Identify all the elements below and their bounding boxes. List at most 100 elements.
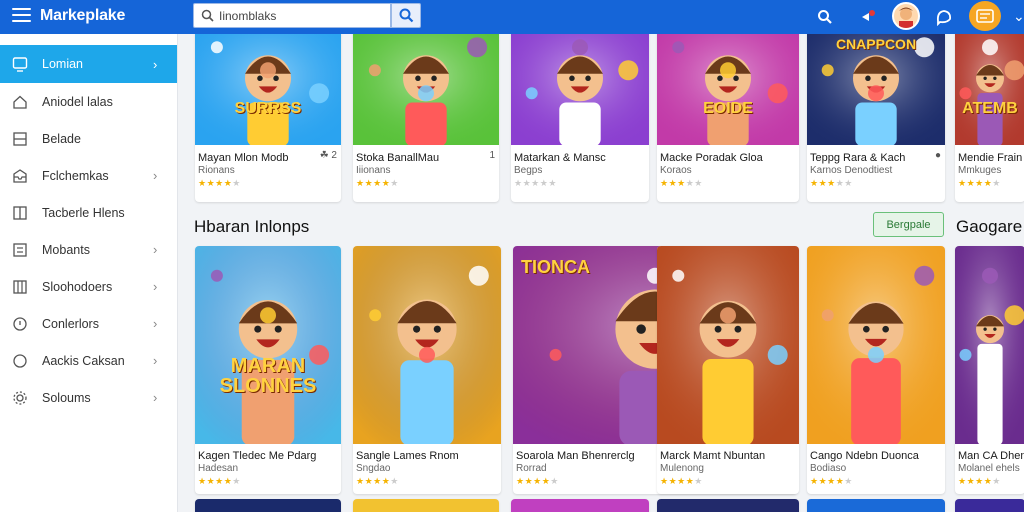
thumbnail-banner: CNAPPCON xyxy=(835,36,917,52)
rating-stars: ★★★★★ xyxy=(514,178,557,188)
app-thumbnail xyxy=(353,246,501,446)
app-thumbnail: EOIDE xyxy=(657,34,799,147)
book-icon xyxy=(13,206,27,220)
app-card[interactable] xyxy=(657,499,799,512)
home-icon xyxy=(13,95,27,109)
notification-icon[interactable] xyxy=(857,6,879,28)
app-thumbnail xyxy=(657,246,799,446)
rating-stars: ★★★★★ xyxy=(198,178,241,188)
sidebar-item-label: Tacberle Hlens xyxy=(42,205,125,220)
app-card[interactable]: Stoka BanallMau Iiionans ★★★★★ 1 xyxy=(353,34,499,202)
grid-icon xyxy=(13,132,27,146)
app-card[interactable]: Matarkan & Mansc Begps ★★★★★ xyxy=(511,34,649,202)
sidebar-item[interactable]: Fclchemkas › xyxy=(0,157,177,194)
chevron-down-icon[interactable]: ⌄ xyxy=(1013,8,1024,25)
chevron-right-icon: › xyxy=(153,168,158,183)
app-card[interactable]: ATEMB Mendie Frain Mmkuges ★★★★★ xyxy=(955,34,1024,202)
app-card[interactable] xyxy=(195,499,341,512)
thumbnail-banner: SURRSS xyxy=(234,100,302,117)
app-card[interactable] xyxy=(353,499,499,512)
search-input[interactable] xyxy=(219,8,379,23)
app-title: Man CA Dhenr xyxy=(958,450,1024,462)
app-card[interactable]: MARAN SLONNES Kagen Tledec Me Pdarg Hadesa… xyxy=(195,246,341,494)
app-title: Sangle Lames Rnom xyxy=(356,450,459,462)
thumbnail-banner: EOIDE xyxy=(703,100,753,117)
see-all-button[interactable]: Bergpale xyxy=(873,212,944,237)
app-subtitle: Rionans xyxy=(198,165,235,176)
app-card[interactable]: Marck Mamt Nbuntan Mulenong ★★★★★ xyxy=(657,246,799,494)
wallet-icon[interactable] xyxy=(969,1,1001,31)
sidebar-item[interactable]: Aackis Caksan › xyxy=(0,342,177,379)
app-meta: ● xyxy=(934,150,941,161)
chevron-right-icon: › xyxy=(153,316,158,331)
app-subtitle: Rorrad xyxy=(516,463,547,474)
app-card[interactable]: Man CA Dhenr Molanel ehels ★★★★★ xyxy=(955,246,1024,494)
search-button[interactable] xyxy=(391,3,421,28)
chevron-right-icon: › xyxy=(153,279,158,294)
chevron-right-icon: › xyxy=(153,390,158,405)
sidebar-item-label: Belade xyxy=(42,131,81,146)
thumbnail-banner: ATEMB xyxy=(962,100,1018,117)
sidebar-item-label: Soloums xyxy=(42,390,91,405)
search-field-icon xyxy=(201,9,214,22)
app-subtitle: Mmkuges xyxy=(958,165,1002,176)
circle-icon xyxy=(13,354,27,368)
search-box[interactable] xyxy=(193,3,391,28)
app-card[interactable]: Cango Ndebn Duonca Bodiaso ★★★★★ xyxy=(807,246,945,494)
sidebar-item[interactable]: Soloums › xyxy=(0,379,177,416)
top-search-icon[interactable] xyxy=(814,6,836,28)
rating-stars: ★★★★★ xyxy=(958,178,1001,188)
app-card[interactable]: Sangle Lames Rnom Sngdao ★★★★★ xyxy=(353,246,501,494)
app-card[interactable]: SURRSS Mayan Mlon Modb Rionans ★★★★★ ☘ 2 xyxy=(195,34,341,202)
app-thumbnail xyxy=(353,34,499,147)
rating-stars: ★★★★★ xyxy=(356,476,399,486)
app-meta: 1 xyxy=(489,150,495,161)
app-card[interactable] xyxy=(807,499,945,512)
sidebar: Lomian › Aniodel lalas Belade Fclchemkas › Tac… xyxy=(0,34,178,512)
chat-icon[interactable] xyxy=(933,6,955,28)
top-bar: Markeplake ⌄ xyxy=(0,0,1024,34)
app-meta: ☘ 2 xyxy=(319,150,337,161)
sidebar-item-label: Fclchemkas xyxy=(42,168,109,183)
sidebar-item[interactable]: Belade xyxy=(0,120,177,157)
inbox-icon xyxy=(13,169,27,183)
app-subtitle: Sngdao xyxy=(356,463,391,474)
profile-avatar[interactable] xyxy=(892,2,920,30)
rating-stars: ★★★★★ xyxy=(198,476,241,486)
app-title: Matarkan & Mansc xyxy=(514,152,606,164)
sidebar-item-label: Conlerlors xyxy=(42,316,99,331)
app-thumbnail: ATEMB xyxy=(955,34,1024,146)
rating-stars: ★★★★★ xyxy=(660,178,703,188)
sidebar-item-label: Mobants xyxy=(42,242,90,257)
sidebar-item[interactable]: Aniodel lalas xyxy=(0,83,177,120)
sidebar-item[interactable]: Tacberle Hlens xyxy=(0,194,177,231)
app-card[interactable]: CNAPPCON Teppg Rara & Kach Karnos Denodtie… xyxy=(807,34,945,202)
app-title: Mayan Mlon Modb xyxy=(198,152,289,164)
app-thumbnail: CNAPPCON xyxy=(807,34,945,147)
columns-icon xyxy=(13,280,27,294)
app-card[interactable]: EOIDE Macke Poradak Gloa Koraos ★★★★★ xyxy=(657,34,799,202)
chevron-right-icon: › xyxy=(153,242,158,257)
sidebar-item[interactable]: Mobants › xyxy=(0,231,177,268)
next-section-title: Gaogare xyxy=(956,217,1023,236)
rating-stars: ★★★★★ xyxy=(356,178,399,188)
app-subtitle: Koraos xyxy=(660,165,692,176)
app-thumbnail xyxy=(511,34,649,147)
app-subtitle: Molanel ehels xyxy=(958,463,1020,474)
sidebar-item[interactable]: Conlerlors › xyxy=(0,305,177,342)
sidebar-item[interactable]: Lomian › xyxy=(0,45,177,83)
sidebar-item-label: Sloohodoers xyxy=(42,279,113,294)
menu-icon[interactable] xyxy=(12,8,31,24)
app-subtitle: Mulenong xyxy=(660,463,704,474)
app-title: Markeplake xyxy=(40,7,126,24)
app-thumbnail: SURRSS xyxy=(195,34,341,147)
app-card[interactable] xyxy=(511,499,649,512)
rating-stars: ★★★★★ xyxy=(660,476,703,486)
app-title: Stoka BanallMau xyxy=(356,152,440,164)
app-card[interactable] xyxy=(955,499,1024,512)
app-title: Macke Poradak Gloa xyxy=(660,152,763,164)
app-thumbnail: MARAN SLONNES xyxy=(195,246,341,446)
monitor-icon xyxy=(12,57,28,72)
rating-stars: ★★★★★ xyxy=(810,178,853,188)
sidebar-item[interactable]: Sloohodoers › xyxy=(0,268,177,305)
